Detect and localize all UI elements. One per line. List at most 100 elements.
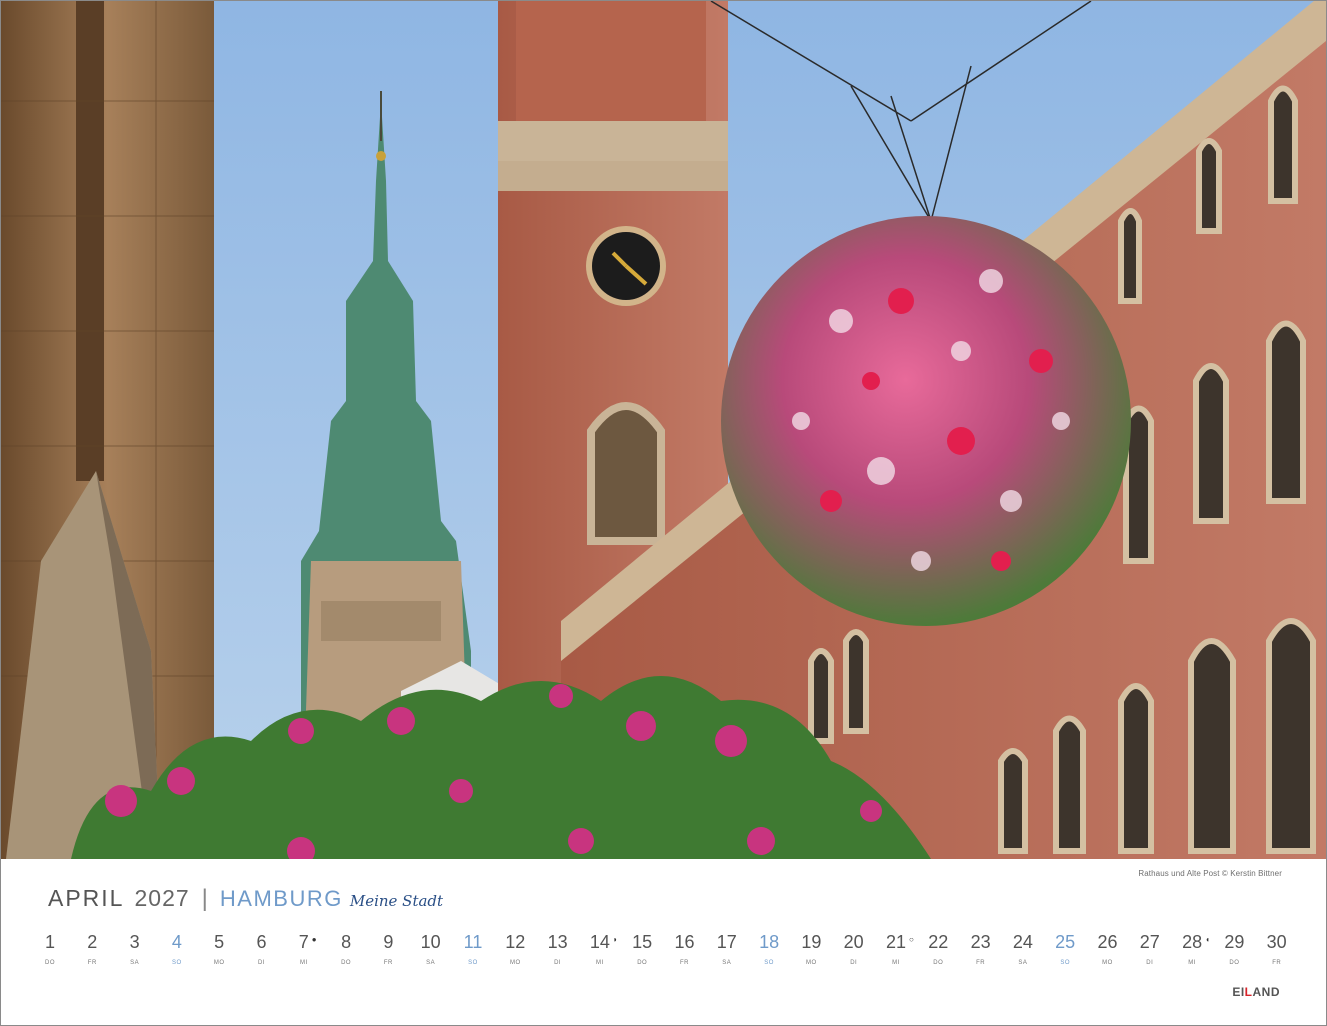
day-cell: 5 MO [198,929,240,966]
year-label: 2027 [134,885,190,911]
day-cell: 11 SO [452,929,494,966]
day-number: 30 [1266,932,1287,952]
weekday-label: FR [680,960,689,966]
day-number: 18 [759,932,780,952]
day-number: 29 [1224,932,1245,952]
day-cell: 17 SA [706,929,748,966]
weekday-label: DO [637,960,648,966]
logo-text-start: EI [1232,985,1245,999]
day-cell: 15 DO [621,929,663,966]
day-cell: 22 DO [917,929,959,966]
day-number: 9 [383,932,394,952]
day-cell: 2 FR [71,929,113,966]
day-cell: 13 DI [537,929,579,966]
weekday-label: SO [172,960,182,966]
logo-text-end: AND [1252,985,1280,999]
day-cell: 9 FR [367,929,409,966]
weekday-label: MI [892,960,900,966]
weekday-label: SO [764,960,774,966]
city-title: HAMBURG [219,886,343,911]
day-number: 11 [463,932,483,952]
weekday-label: SO [1060,960,1071,966]
city-subtitle: Meine Stadt [349,892,444,910]
day-number: 10 [420,932,441,952]
day-number: 16 [674,932,695,952]
day-number: 2 [87,932,98,952]
weekday-label: SA [722,960,732,966]
weekday-label: FR [976,960,986,966]
day-number: 19 [801,932,822,952]
day-number: 20 [843,932,864,952]
weekday-label: MO [1102,960,1113,966]
month-label: APRIL [48,885,125,911]
day-number: 15 [632,932,653,952]
weekday-label: SA [1018,960,1028,966]
day-cell: 14 ◗ MI [579,929,621,966]
weekday-label: DI [554,960,562,966]
weekday-label: MO [213,960,225,966]
day-row: 1 DO 2 FR 3 SA 4 SO 5 MO 6 DI 7 ● MI 8 DO 9 FR 10 SA 11 SO 12 MO… [1,929,1326,979]
day-cell: 21 ○ MI [875,929,917,966]
weekday-label: DI [850,960,858,966]
weekday-label: DO [933,960,944,966]
day-number: 3 [129,932,140,952]
day-number: 1 [44,932,55,952]
day-number: 26 [1097,932,1118,952]
day-cell: 19 MO [790,929,832,966]
moon-phase-icon: ◗ [612,935,618,944]
weekday-label: DI [1146,960,1154,966]
day-cell: 8 DO [325,929,367,966]
day-cell: 6 DI [241,929,283,966]
weekday-label: FR [1272,960,1282,966]
day-cell: 27 DI [1129,929,1171,966]
weekday-label: DO [45,960,55,966]
publisher-logo: EILAND [1232,985,1280,999]
header-separator: | [201,885,208,912]
day-number: 17 [716,932,737,952]
moon-phase-icon: ● [311,935,317,944]
calendar-header: APRIL 2027 | HAMBURG Meine Stadt [48,885,443,919]
day-number: 5 [214,932,225,952]
day-cell: 16 FR [664,929,706,966]
moon-phase-icon: ◖ [1205,935,1210,944]
weekday-label: SO [468,960,478,966]
day-cell: 26 MO [1087,929,1129,966]
weekday-label: FR [383,960,393,966]
day-number: 12 [505,932,526,952]
weekday-label: FR [87,960,97,966]
day-cell: 10 SA [410,929,452,966]
day-cell: 23 FR [960,929,1002,966]
weekday-label: MI [1188,960,1196,966]
weekday-label: DI [258,960,265,966]
day-cell: 1 DO [29,929,71,966]
weekday-label: MI [299,960,308,966]
day-number: 24 [1012,932,1033,952]
weekday-label: MO [806,960,817,966]
day-number: 25 [1055,932,1076,952]
day-number: 6 [256,932,267,952]
weekday-label: MI [596,960,604,966]
logo-accent-letter: L [1244,985,1253,999]
weekday-label: DO [1229,960,1240,966]
day-number: 22 [928,932,949,952]
day-cell: 4 SO [156,929,198,966]
weekday-label: SA [426,960,436,966]
day-cell: 20 DI [833,929,875,966]
day-cell: 7 ● MI [283,929,325,966]
day-number: 27 [1139,932,1160,952]
weekday-label: DO [341,960,352,966]
day-cell: 30 FR [1256,929,1298,966]
day-number: 23 [970,932,991,952]
day-cell: 12 MO [494,929,536,966]
day-number: 8 [341,932,352,952]
day-cell: 25 SO [1044,929,1086,966]
day-number: 4 [171,932,182,952]
weekday-label: SA [130,960,140,966]
day-cell: 18 SO [748,929,790,966]
calendar-page: Rathaus und Alte Post © Kerstin Bittner … [0,0,1327,1026]
day-number: 7 [298,932,309,952]
photo-caption: Rathaus und Alte Post © Kerstin Bittner [1138,869,1282,878]
day-cell: 28 ◖ MI [1171,929,1213,966]
day-cell: 24 SA [1002,929,1044,966]
day-cell: 3 SA [114,929,156,966]
